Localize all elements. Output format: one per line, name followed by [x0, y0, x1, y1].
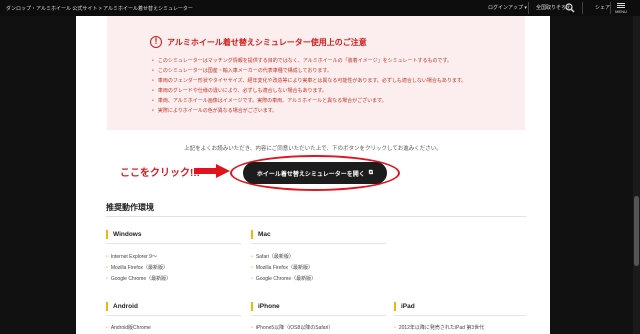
section-divider	[106, 216, 526, 217]
os-name: iPad	[394, 302, 484, 311]
click-here-label: ここをクリック!!!	[120, 168, 200, 179]
notice-box: ! アルミホイール着せ替えシミュレーター使用上のご注意 このシミュレーターはマッ…	[107, 16, 525, 130]
column-divider	[251, 243, 386, 244]
column-divider	[106, 243, 241, 244]
os-column-mac: Mac Safari（最新版） Mozilla Firefox（最新版） Goo…	[251, 230, 316, 285]
os-item-list: Safari（最新版） Mozilla Firefox（最新版） Google …	[251, 252, 316, 285]
notice-item: このシミュレーターはマッチング情報を提供する目的ではなく、アルミホイールの「装着…	[152, 56, 466, 66]
menu-button[interactable]: MENU	[613, 2, 629, 15]
os-item: Google Chrome（最新版）	[106, 274, 171, 285]
os-name: iPhone	[251, 302, 333, 311]
notice-item: 車両のフェンダー形状やタイヤサイズ、経年変化や改造等により実車とは異なる可能性が…	[152, 76, 467, 86]
notice-item: 車両のグレードや仕様の違いにより、必ずしも適合しない場合もあります。	[152, 86, 466, 96]
os-item-list: Android版Chrome	[106, 323, 151, 334]
os-name: Mac	[251, 230, 316, 239]
breadcrumb[interactable]: ダンロップ・アルミホイール 公式サイト > アルミホイール着せ替えシミュレーター	[6, 5, 193, 12]
os-item: Mozilla Firefox（最新版）	[106, 263, 171, 274]
nav-divider	[528, 2, 529, 14]
scrollbar-thumb[interactable]	[634, 196, 639, 266]
notice-item: 実際によりホイールの色が異なる場合がございます。	[152, 106, 466, 116]
arrow-right-icon	[194, 164, 230, 178]
login-menu[interactable]: ログインアップ ▾	[488, 4, 527, 11]
scrollbar[interactable]	[633, 16, 640, 334]
nav-divider	[610, 2, 611, 14]
open-simulator-label: ホイール着せ替えシミュレーターを開く	[256, 171, 365, 178]
nav-divider	[582, 2, 583, 14]
os-column-windows: Windows Internet Explorer 9～ Mozilla Fir…	[106, 230, 171, 285]
search-icon[interactable]	[565, 3, 575, 13]
os-item: Internet Explorer 9～	[106, 252, 171, 263]
os-item-list: iPhone5以降（iOS8以降のSafari）	[251, 323, 334, 334]
os-column-ipad: iPad 2012年以降に発売されたiPad 第3世代	[394, 302, 484, 334]
intro-text: 上記をよくお読みいただき、内容にご同意いただいた上で、下のボタンをクリックしてお…	[184, 146, 442, 152]
os-item: iPhone5以降（iOS8以降のSafari）	[251, 323, 334, 334]
os-item: Android版Chrome	[106, 323, 151, 334]
main-content: ! アルミホイール着せ替えシミュレーター使用上のご注意 このシミュレーターはマッ…	[76, 16, 550, 334]
notice-item: 車両、アルミホイール画像はイメージです。実際の車両、アルミホイールと異なる場合が…	[152, 96, 466, 106]
top-bar: ダンロップ・アルミホイール 公式サイト > アルミホイール着せ替えシミュレーター…	[0, 0, 640, 16]
notice-header: ! アルミホイール着せ替えシミュレーター使用上のご注意	[150, 36, 367, 48]
column-divider	[394, 315, 526, 316]
share-link[interactable]: シェア	[595, 4, 610, 11]
column-divider	[106, 315, 241, 316]
os-item: 2012年以降に発売されたiPad 第3世代	[394, 323, 484, 334]
hamburger-icon	[617, 3, 625, 4]
os-item: Google Chrome（最新版）	[251, 274, 316, 285]
os-item: Safari（最新版）	[251, 252, 316, 263]
os-column-iphone: iPhone iPhone5以降（iOS8以降のSafari）	[251, 302, 333, 334]
open-simulator-button[interactable]: ホイール着せ替えシミュレーターを開く ⧉	[243, 162, 387, 184]
column-divider	[251, 315, 386, 316]
os-column-android: Android Android版Chrome	[106, 302, 151, 334]
os-name: Android	[106, 302, 151, 311]
menu-label: MENU	[615, 9, 627, 14]
notice-item: このシミュレーターは国産・輸入車メーカーの代表車種で構成しております。	[152, 66, 466, 76]
os-item-list: Internet Explorer 9～ Mozilla Firefox（最新版…	[106, 252, 171, 285]
notice-list: このシミュレーターはマッチング情報を提供する目的ではなく、アルミホイールの「装着…	[152, 56, 467, 116]
notice-title: アルミホイール着せ替えシミュレーター使用上のご注意	[167, 37, 367, 47]
os-name: Windows	[106, 230, 171, 239]
exclamation-icon: !	[150, 36, 162, 48]
os-item-list: 2012年以降に発売されたiPad 第3世代	[394, 323, 484, 334]
section-title: 推奨動作環境	[106, 203, 154, 212]
os-item: Mozilla Firefox（最新版）	[251, 263, 316, 274]
external-link-icon: ⧉	[368, 169, 374, 176]
